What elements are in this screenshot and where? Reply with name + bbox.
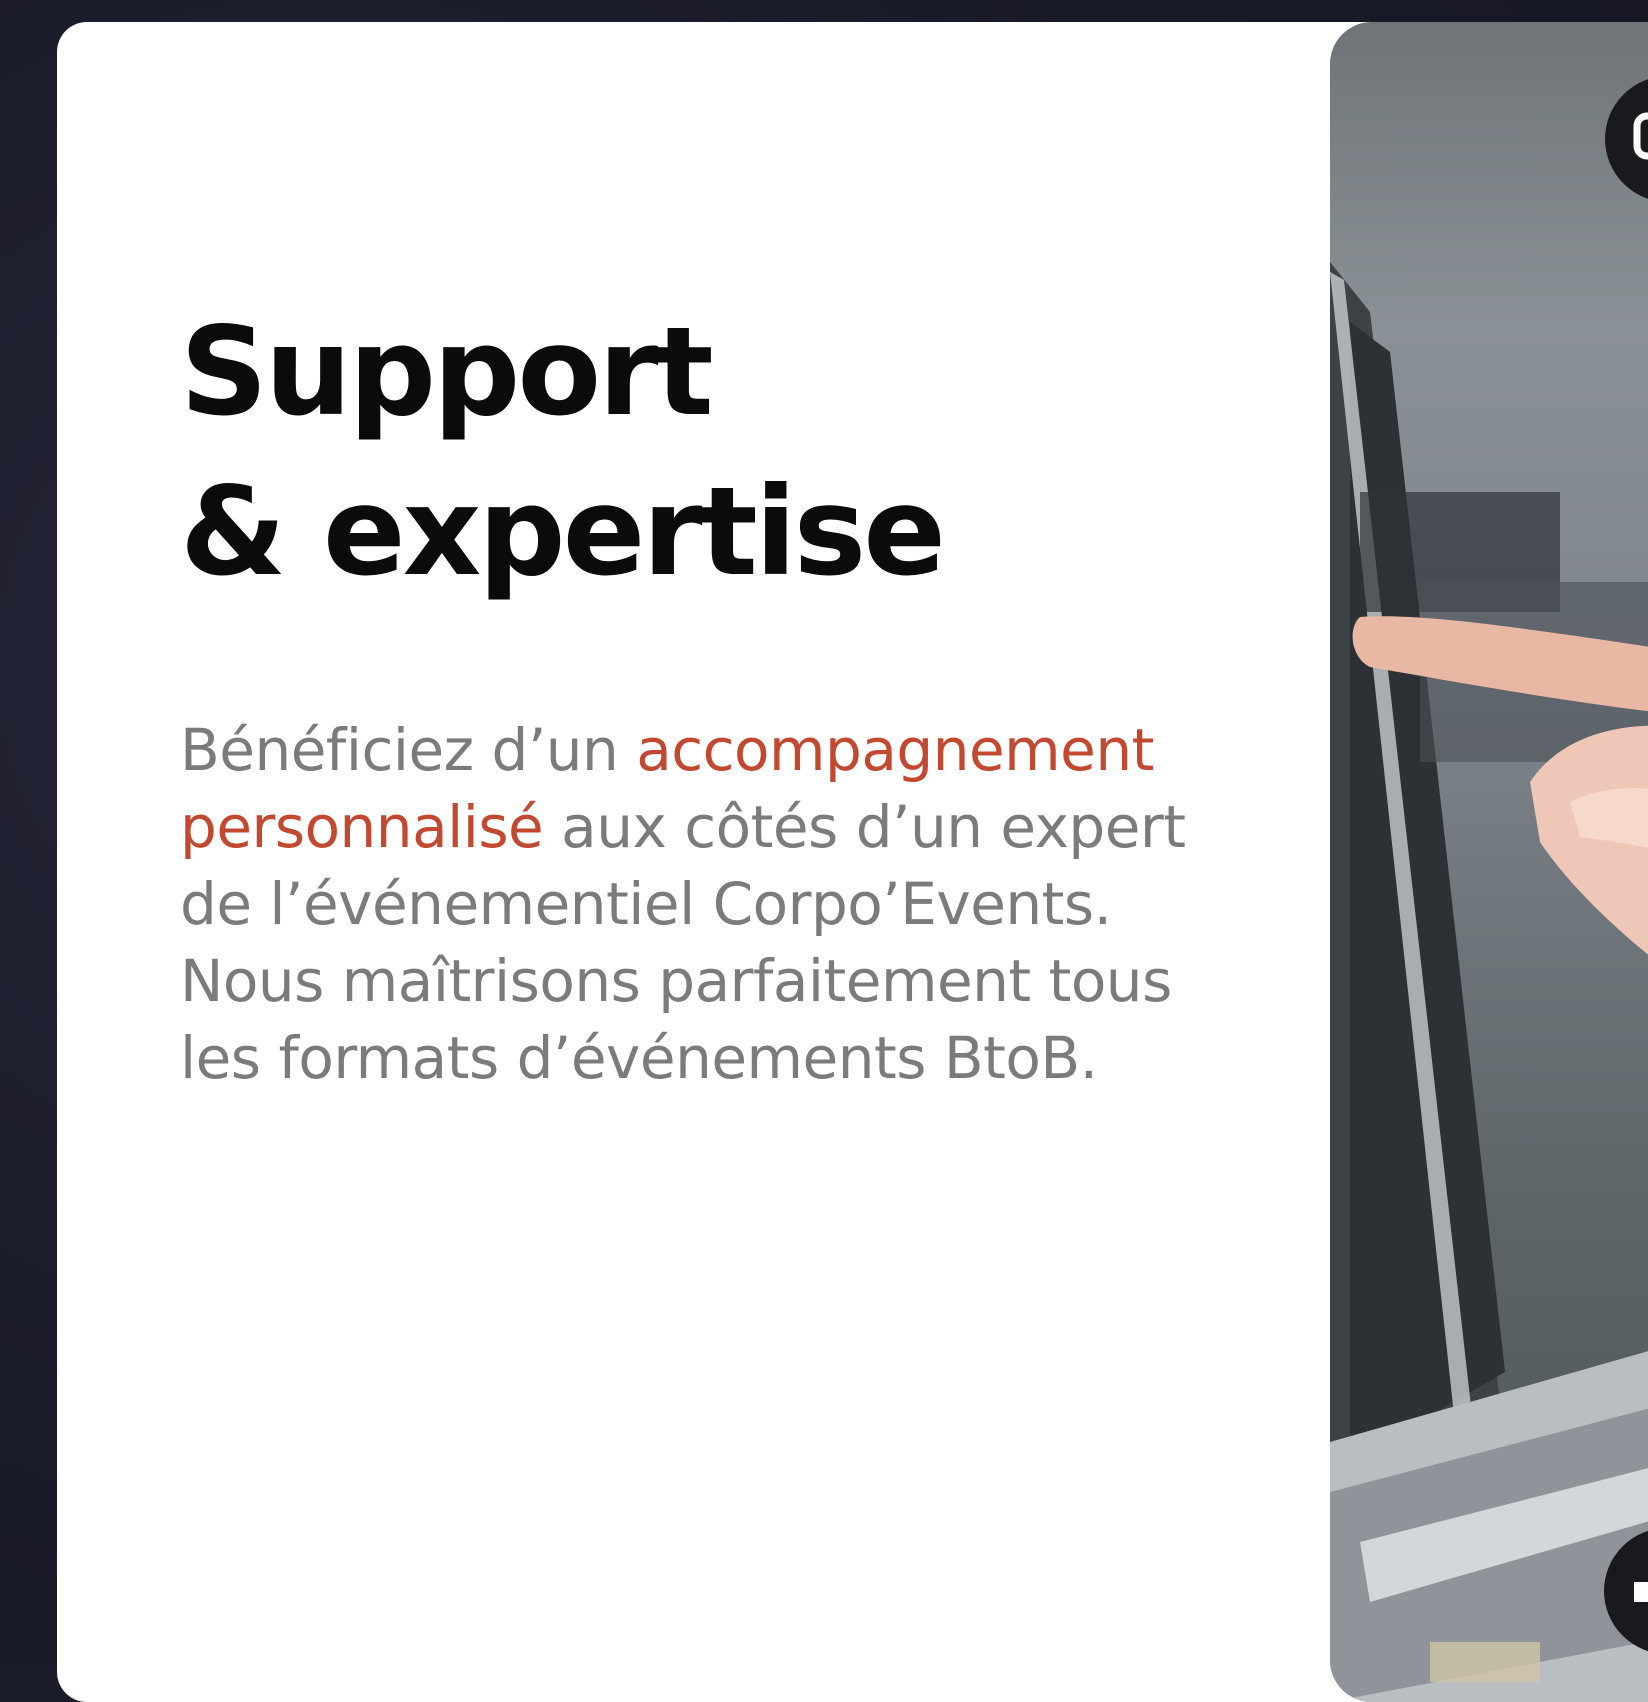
section-title: Support & expertise — [180, 292, 946, 612]
feature-card: Support & expertise Bénéficiez d’un acco… — [57, 22, 1648, 1702]
section-title-line-1: Support — [180, 301, 714, 443]
section-title-line-2: & expertise — [180, 461, 946, 603]
laptop-video-frame — [1330, 262, 1648, 1702]
speaker-muted-icon — [1634, 1582, 1648, 1602]
picture-in-picture-icon — [1633, 112, 1648, 160]
description-intro: Bénéficiez d’un — [180, 716, 637, 784]
section-description: Bénéficiez d’un accompagnement personnal… — [180, 712, 1190, 1097]
video-player[interactable] — [1330, 22, 1648, 1702]
